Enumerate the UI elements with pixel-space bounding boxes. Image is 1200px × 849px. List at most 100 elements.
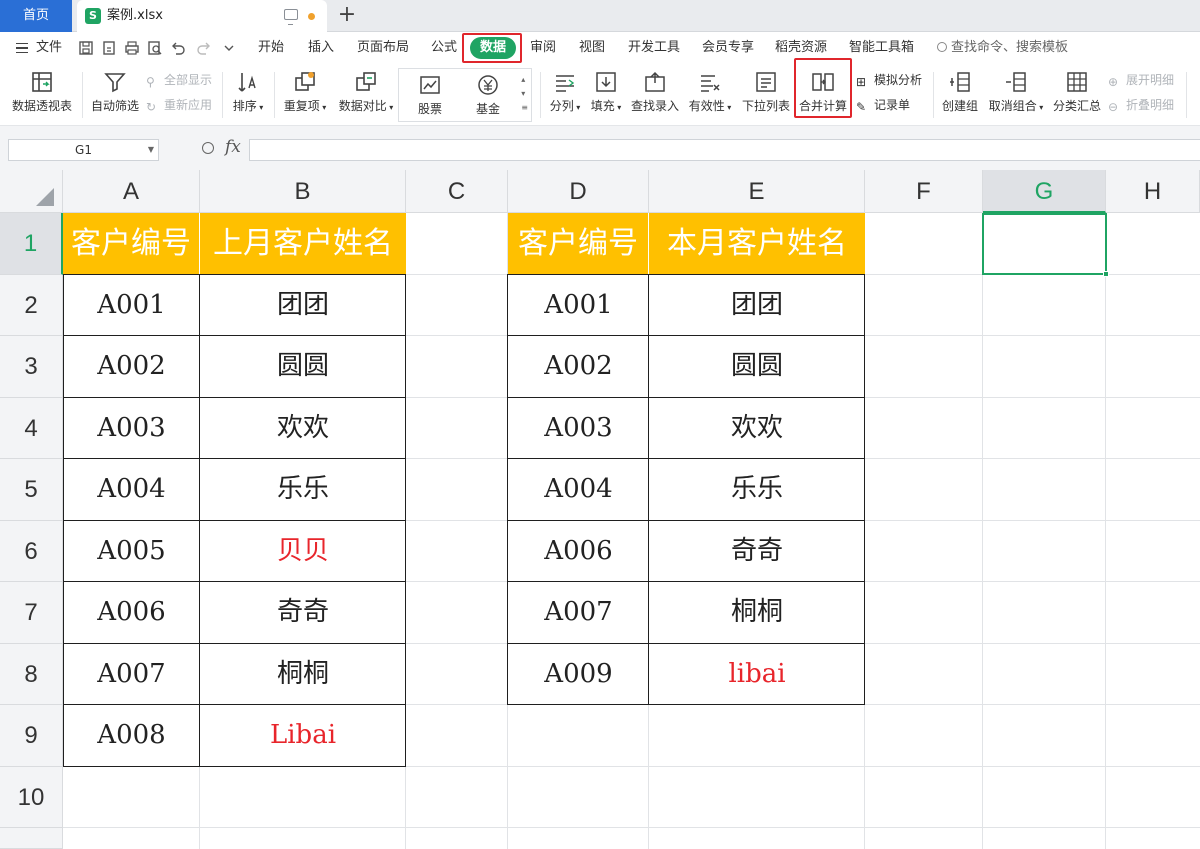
- cell-b9[interactable]: Libai: [200, 705, 406, 766]
- monitor-icon[interactable]: [284, 9, 298, 25]
- cell-a8[interactable]: A007: [63, 644, 200, 704]
- cell-e1[interactable]: 本月客户姓名: [649, 213, 865, 274]
- column-header-a[interactable]: A: [63, 170, 200, 213]
- tab-document[interactable]: S 案例.xlsx: [77, 0, 327, 32]
- cell-a9[interactable]: A008: [63, 705, 200, 766]
- create-group-button[interactable]: 创建组: [938, 64, 982, 114]
- split-column-button[interactable]: 分列 ▾: [546, 64, 584, 114]
- dropdown-list-button[interactable]: 下拉列表: [740, 64, 792, 114]
- duplicates-button[interactable]: 重复项 ▾: [280, 64, 330, 114]
- print-preview-icon[interactable]: [147, 40, 163, 56]
- cell-b3[interactable]: 圆圆: [200, 336, 406, 397]
- row-header-5[interactable]: 5: [0, 459, 63, 521]
- redo-icon[interactable]: [196, 40, 212, 56]
- reapply-button[interactable]: ↻ 重新应用: [146, 95, 212, 115]
- row-header-4[interactable]: 4: [0, 398, 63, 459]
- cell-d7[interactable]: A007: [508, 582, 649, 643]
- tab-developer[interactable]: 开发工具: [628, 32, 680, 64]
- row-header-8[interactable]: 8: [0, 644, 63, 705]
- export-pdf-icon[interactable]: [101, 40, 117, 56]
- fill-button[interactable]: 填充 ▾: [586, 64, 626, 114]
- cell-a3[interactable]: A002: [63, 336, 200, 397]
- cell-d3[interactable]: A002: [508, 336, 649, 397]
- active-cell-g1[interactable]: [982, 213, 1109, 277]
- column-header-e[interactable]: E: [649, 170, 865, 213]
- tab-insert[interactable]: 插入: [308, 32, 334, 64]
- validity-button[interactable]: 有效性 ▾: [686, 64, 734, 114]
- cell-b7[interactable]: 奇奇: [200, 582, 406, 643]
- cell-b8[interactable]: 桐桐: [200, 644, 406, 704]
- tab-review[interactable]: 审阅: [530, 32, 556, 64]
- cell-e8[interactable]: libai: [649, 644, 865, 704]
- gallery-scroll-icon[interactable]: ▴ ▾ ≡: [521, 73, 528, 115]
- cell-a2[interactable]: A001: [63, 275, 200, 335]
- subtotal-button[interactable]: 分类汇总: [1052, 64, 1102, 114]
- pivot-table-button[interactable]: 数据透视表: [8, 64, 76, 114]
- save-icon[interactable]: [78, 40, 94, 56]
- row-header-9[interactable]: 9: [0, 705, 63, 767]
- hamburger-icon[interactable]: [16, 43, 28, 53]
- cell-b6[interactable]: 贝贝: [200, 521, 406, 581]
- menu-file[interactable]: 文件: [36, 32, 62, 64]
- cell-a5[interactable]: A004: [63, 459, 200, 520]
- funds-button[interactable]: 基金: [463, 67, 513, 117]
- insert-function-icon[interactable]: fx: [225, 137, 241, 157]
- row-header-3[interactable]: 3: [0, 336, 63, 398]
- cell-d4[interactable]: A003: [508, 398, 649, 458]
- row-header-10[interactable]: 10: [0, 767, 63, 828]
- column-header-g[interactable]: G: [983, 170, 1106, 213]
- quick-access-dropdown-icon[interactable]: [221, 40, 237, 56]
- name-box[interactable]: G1 ▼: [8, 139, 159, 161]
- formula-input[interactable]: [249, 139, 1200, 161]
- cell-a6[interactable]: A005: [63, 521, 200, 581]
- show-all-button[interactable]: ⚲ 全部显示: [146, 70, 212, 90]
- cell-a7[interactable]: A006: [63, 582, 200, 643]
- zoom-formula-icon[interactable]: [202, 142, 214, 154]
- sort-button[interactable]: 排序 ▾: [228, 64, 268, 114]
- collapse-detail-button[interactable]: ⊖ 折叠明细: [1108, 95, 1174, 115]
- tab-formula[interactable]: 公式: [431, 32, 457, 64]
- row-header-2[interactable]: 2: [0, 275, 63, 336]
- column-header-c[interactable]: C: [406, 170, 508, 213]
- tab-start[interactable]: 开始: [258, 32, 284, 64]
- column-header-d[interactable]: D: [508, 170, 649, 213]
- tab-home[interactable]: 首页: [0, 0, 72, 32]
- record-form-button[interactable]: ✎ 记录单: [856, 95, 910, 115]
- cell-e2[interactable]: 团团: [649, 275, 865, 335]
- row-header-11[interactable]: [0, 828, 63, 849]
- cell-e4[interactable]: 欢欢: [649, 398, 865, 458]
- data-compare-button[interactable]: 数据对比 ▾: [336, 64, 396, 114]
- column-header-f[interactable]: F: [865, 170, 983, 213]
- command-search[interactable]: 查找命令、搜索模板: [937, 32, 1068, 64]
- cell-e6[interactable]: 奇奇: [649, 521, 865, 581]
- row-header-7[interactable]: 7: [0, 582, 63, 644]
- stocks-button[interactable]: 股票: [405, 67, 455, 117]
- row-header-1[interactable]: 1: [0, 213, 63, 275]
- cell-d1[interactable]: 客户编号: [508, 213, 649, 274]
- column-header-b[interactable]: B: [200, 170, 406, 213]
- tab-member[interactable]: 会员专享: [702, 32, 754, 64]
- cell-b1[interactable]: 上月客户姓名: [200, 213, 406, 274]
- undo-icon[interactable]: [170, 40, 186, 56]
- cell-a1[interactable]: 客户编号: [63, 213, 200, 274]
- tab-page-layout[interactable]: 页面布局: [357, 32, 409, 64]
- column-header-h[interactable]: H: [1106, 170, 1200, 213]
- cell-e5[interactable]: 乐乐: [649, 459, 865, 520]
- cell-e3[interactable]: 圆圆: [649, 336, 865, 397]
- cell-d5[interactable]: A004: [508, 459, 649, 520]
- select-all-corner[interactable]: [0, 170, 63, 213]
- cell-a4[interactable]: A003: [63, 398, 200, 458]
- cell-d8[interactable]: A009: [508, 644, 649, 704]
- cell-b5[interactable]: 乐乐: [200, 459, 406, 520]
- cell-e7[interactable]: 桐桐: [649, 582, 865, 643]
- tab-view[interactable]: 视图: [579, 32, 605, 64]
- cell-d6[interactable]: A006: [508, 521, 649, 581]
- what-if-analysis-button[interactable]: ⊞ 模拟分析: [856, 70, 922, 90]
- row-header-6[interactable]: 6: [0, 521, 63, 582]
- chevron-down-icon[interactable]: ▼: [148, 140, 154, 160]
- cell-b2[interactable]: 团团: [200, 275, 406, 335]
- cell-b4[interactable]: 欢欢: [200, 398, 406, 458]
- expand-detail-button[interactable]: ⊕ 展开明细: [1108, 70, 1174, 90]
- lookup-entry-button[interactable]: 查找录入: [628, 64, 682, 114]
- fill-handle[interactable]: [1103, 271, 1109, 277]
